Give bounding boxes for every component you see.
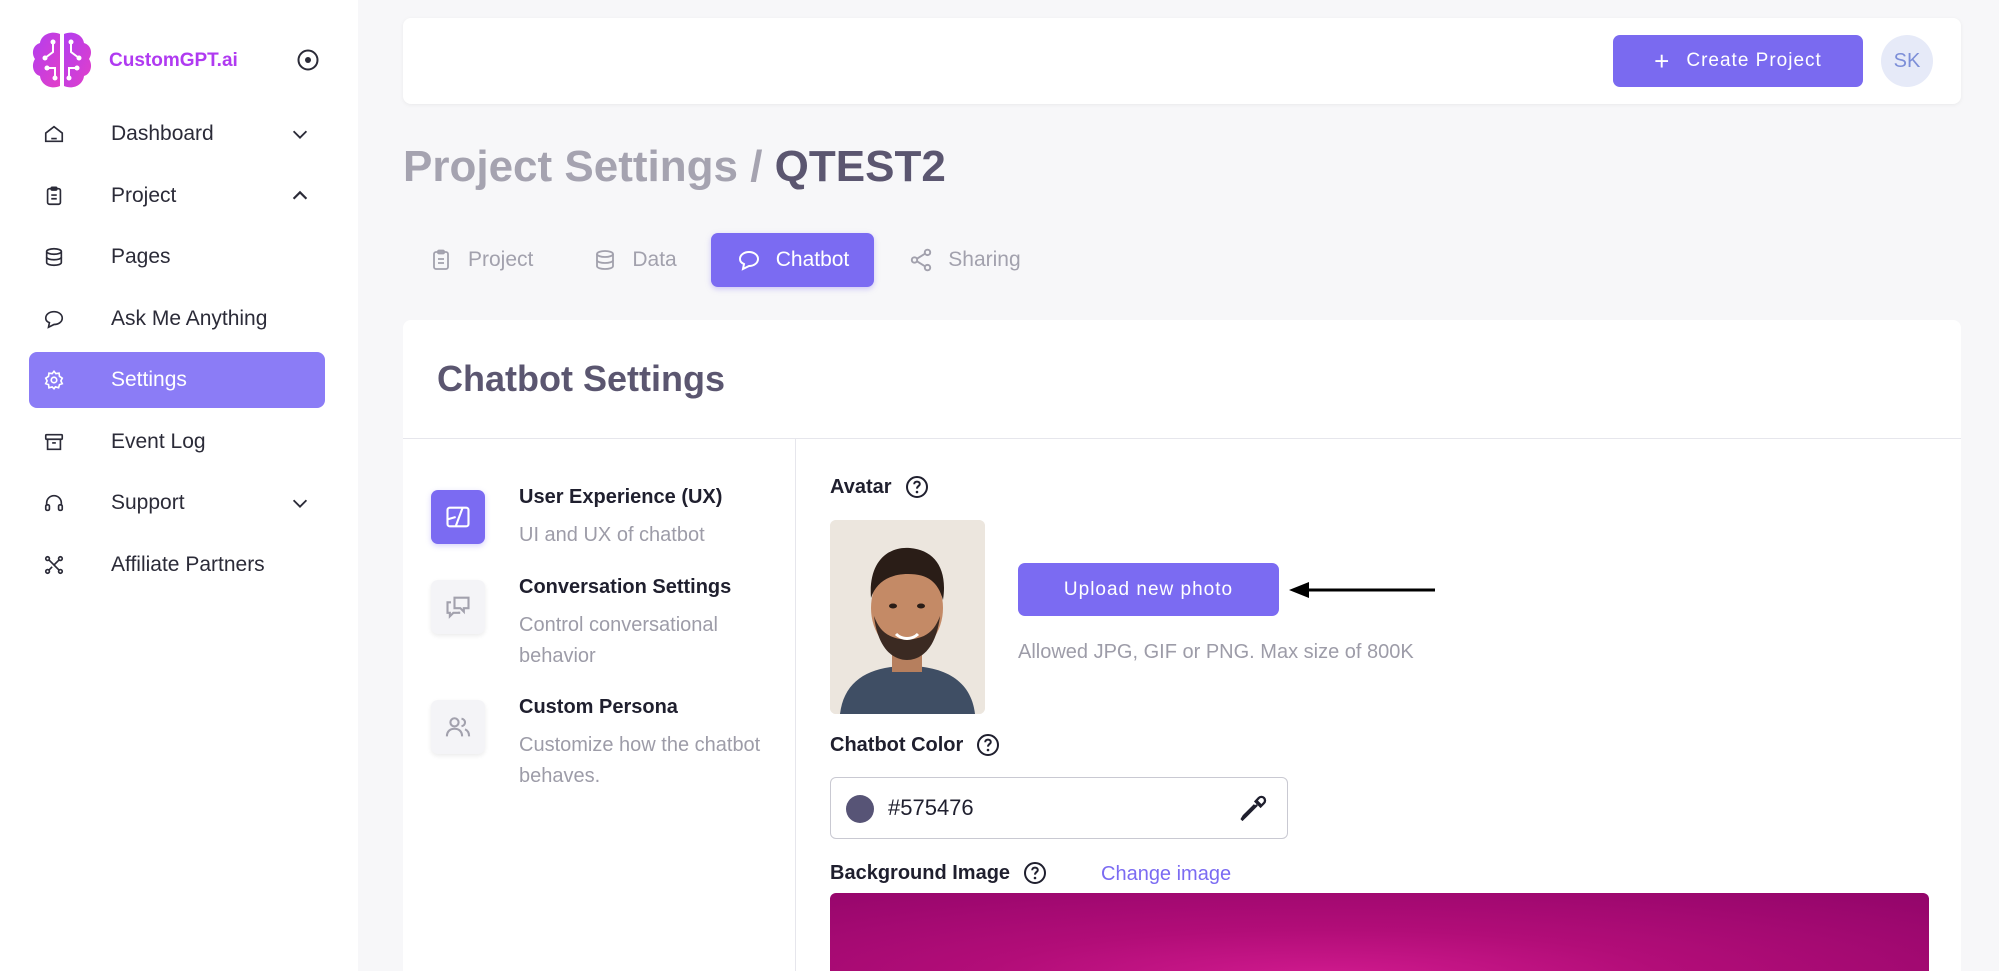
card-title: Chatbot Settings — [437, 358, 725, 399]
conversation-icon — [431, 580, 485, 634]
create-project-button[interactable]: + Create Project — [1613, 35, 1863, 87]
brand-name: CustomGPT.ai — [109, 50, 238, 71]
menu-item-description: UI and UX of chatbot — [519, 524, 705, 546]
tab-label: Project — [468, 248, 534, 271]
sidebar-item-label: Dashboard — [111, 122, 214, 145]
database-icon — [41, 244, 67, 270]
menu-item-description: Customize how the chatbot behaves. — [519, 734, 761, 787]
background-image-preview — [830, 893, 1929, 971]
layout-icon — [431, 490, 485, 544]
upload-photo-button[interactable]: Upload new photo — [1018, 563, 1279, 616]
chatbot-color-field[interactable]: #575476 — [830, 777, 1288, 839]
tab-label: Chatbot — [775, 248, 850, 271]
clipboard-icon — [428, 247, 454, 273]
background-image-label-text: Background Image — [830, 861, 1011, 884]
sidebar: CustomGPT.ai Dashboard Project Pages Ask… — [0, 0, 358, 971]
gear-icon — [41, 367, 67, 393]
user-avatar[interactable]: SK — [1881, 35, 1933, 87]
avatar-portrait-image — [830, 520, 985, 714]
chat-icon — [41, 306, 67, 332]
sidebar-item-project[interactable]: Project — [29, 168, 325, 224]
divider — [795, 439, 796, 971]
menu-item-title: Custom Persona — [519, 696, 678, 718]
project-name: QTEST2 — [774, 142, 946, 191]
sidebar-item-label: Pages — [111, 245, 171, 268]
help-icon[interactable] — [1023, 861, 1047, 885]
tab-chatbot[interactable]: Chatbot — [710, 233, 875, 287]
sidebar-nav: Dashboard Project Pages Ask Me Anything … — [29, 106, 325, 598]
eyedropper-icon[interactable] — [1239, 795, 1267, 823]
avatar-photo — [830, 520, 985, 714]
chevron-down-icon — [292, 130, 308, 139]
sidebar-item-label: Event Log — [111, 429, 206, 453]
help-icon[interactable] — [976, 733, 1000, 757]
sidebar-item-settings[interactable]: Settings — [29, 352, 325, 408]
sidebar-item-label: Project — [111, 183, 177, 207]
page-title: Project Settings / QTEST2 — [403, 142, 946, 192]
sidebar-item-label: Affiliate Partners — [111, 552, 265, 576]
tab-data[interactable]: Data — [567, 233, 701, 287]
sidebar-item-pages[interactable]: Pages — [29, 229, 325, 285]
avatar-label-text: Avatar — [830, 475, 892, 498]
tab-project[interactable]: Project — [403, 233, 558, 287]
allowed-formats-text: Allowed JPG, GIF or PNG. Max size of 800… — [1018, 641, 1414, 663]
menu-item-description: Control conversational behavior — [519, 614, 718, 667]
tab-sharing[interactable]: Sharing — [883, 233, 1045, 287]
top-bar: + Create Project SK — [403, 18, 1961, 104]
change-image-link[interactable]: Change image — [1101, 863, 1231, 886]
sidebar-item-label: Support — [111, 491, 185, 514]
archive-icon — [41, 429, 67, 455]
sidebar-item-label: Settings — [111, 368, 187, 391]
page-title-prefix: Project Settings / — [403, 142, 775, 191]
chatbot-color-label-text: Chatbot Color — [830, 733, 964, 756]
sidebar-item-affiliate-partners[interactable]: Affiliate Partners — [29, 537, 325, 593]
settings-tabs: Project Data Chatbot Sharing — [403, 233, 1055, 287]
users-icon — [431, 700, 485, 754]
create-project-label: Create Project — [1686, 50, 1822, 71]
chevron-up-icon — [292, 190, 308, 200]
tab-label: Sharing — [948, 248, 1021, 271]
home-icon — [41, 121, 67, 147]
menu-item-title: Conversation Settings — [519, 576, 732, 598]
chat-icon — [736, 247, 762, 273]
color-value[interactable]: #575476 — [888, 795, 974, 821]
share-icon — [908, 247, 934, 273]
sidebar-item-dashboard[interactable]: Dashboard — [29, 106, 325, 162]
sidebar-item-ask-me-anything[interactable]: Ask Me Anything — [29, 291, 325, 347]
avatar-label: Avatar — [830, 475, 929, 499]
database-icon — [592, 247, 618, 273]
brain-logo-icon — [32, 32, 92, 88]
sidebar-item-event-log[interactable]: Event Log — [29, 414, 325, 470]
color-swatch[interactable] — [846, 795, 874, 823]
menu-item-title: User Experience (UX) — [519, 486, 723, 508]
clipboard-icon — [41, 183, 67, 209]
chatbot-color-label: Chatbot Color — [830, 733, 1000, 757]
help-icon[interactable] — [905, 475, 929, 499]
sidebar-item-label: Ask Me Anything — [111, 306, 268, 330]
network-icon — [41, 552, 67, 578]
background-image-label: Background Image — [830, 861, 1047, 885]
arrow-left-icon — [1289, 582, 1435, 598]
tab-label: Data — [632, 248, 677, 271]
sidebar-item-support[interactable]: Support — [29, 475, 325, 531]
collapse-sidebar-icon[interactable] — [296, 48, 320, 72]
chatbot-settings-card: Chatbot Settings User Experience (UX) UI… — [403, 320, 1961, 971]
brand-logo[interactable]: CustomGPT.ai — [29, 28, 238, 94]
chevron-down-icon — [292, 499, 308, 508]
plus-icon: + — [1654, 46, 1671, 76]
divider — [403, 438, 1961, 439]
headset-icon — [41, 490, 67, 516]
